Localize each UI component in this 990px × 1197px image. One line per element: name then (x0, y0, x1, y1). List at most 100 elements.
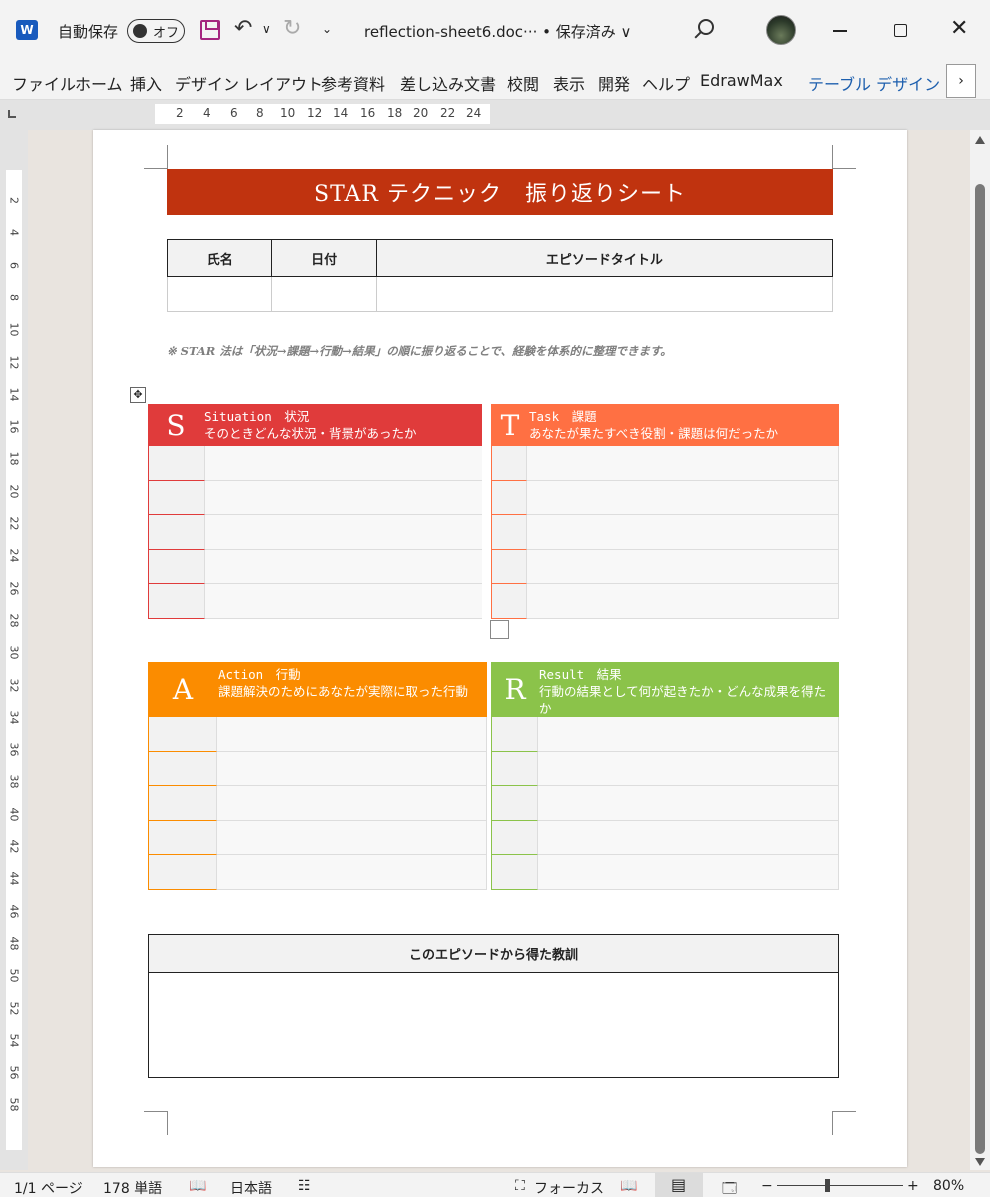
section-label: Task 課題 (529, 409, 597, 424)
search-icon[interactable] (698, 19, 714, 35)
tab-design[interactable]: デザイン (175, 71, 239, 95)
vertical-ruler[interactable]: 2 4 6 8 10 12 14 16 18 20 22 24 26 28 30 32 34 36 38 40 42 44… (0, 130, 28, 1170)
table-row[interactable] (149, 584, 482, 619)
info-table: 氏名 日付 エピソードタイトル (166, 239, 834, 312)
accessibility-icon[interactable]: ☷ (298, 1178, 311, 1194)
table-row[interactable] (492, 446, 838, 481)
zoom-slider[interactable] (777, 1185, 903, 1186)
scroll-up-icon[interactable] (975, 136, 985, 144)
undo-icon[interactable]: ↶ (234, 16, 252, 41)
print-layout-button[interactable]: ▤ (655, 1173, 703, 1197)
close-icon[interactable]: ✕ (950, 16, 968, 41)
zoom-in-icon[interactable]: + (907, 1178, 919, 1194)
date-cell[interactable] (271, 276, 377, 312)
table-row[interactable] (492, 820, 838, 855)
ruler-number: 6 (230, 106, 238, 120)
tab-edrawmax[interactable]: EdrawMax (700, 71, 783, 90)
focus-icon[interactable]: ⛶ (515, 1178, 525, 1194)
tab-selector-icon[interactable] (8, 110, 16, 118)
table-row[interactable] (492, 584, 838, 619)
zoom-level[interactable]: 80% (933, 1178, 964, 1194)
ribbon-scroll-button[interactable]: › (946, 64, 976, 98)
ruler-number: 16 (7, 419, 21, 434)
tab-help[interactable]: ヘルプ (642, 71, 690, 95)
minimize-icon[interactable] (833, 30, 847, 32)
word-app-icon: W (16, 20, 38, 40)
ruler-number: 18 (387, 106, 403, 120)
table-row[interactable] (149, 786, 486, 821)
tab-insert[interactable]: 挿入 (130, 71, 162, 95)
lesson-table: このエピソードから得た教訓 (148, 934, 839, 1078)
language[interactable]: 日本語 (230, 1178, 272, 1197)
action-block: A Action 行動 課題解決のためにあなたが実際に取った行動 (148, 662, 487, 890)
ruler-number: 56 (7, 1065, 21, 1080)
ruler-number: 2 (176, 106, 184, 120)
task-header: T Task 課題 あなたが果たすべき役割・課題は何だったか (491, 404, 839, 446)
tab-developer[interactable]: 開発 (598, 71, 630, 95)
section-text: Task 課題 あなたが果たすべき役割・課題は何だったか (529, 404, 778, 446)
name-cell[interactable] (166, 276, 273, 312)
page-count[interactable]: 1/1 ページ (14, 1178, 83, 1197)
ruler-number: 8 (7, 293, 21, 301)
toggle-knob (133, 24, 147, 38)
read-mode-icon[interactable]: 📖 (620, 1178, 637, 1194)
table-row[interactable] (492, 855, 838, 890)
book-icon[interactable]: 📖 (189, 1178, 206, 1194)
table-row[interactable] (492, 515, 838, 550)
result-block: R Result 結果 行動の結果として何が起きたか・どんな成果を得たか (491, 662, 839, 890)
tab-file[interactable]: ファイル (12, 71, 76, 95)
document-page[interactable]: STAR テクニック 振り返りシート 氏名 日付 エピソードタイトル ※ STA… (93, 130, 907, 1167)
tab-references[interactable]: 参考資料 (321, 71, 385, 95)
margin-corner (832, 1111, 856, 1135)
tab-mailings[interactable]: 差し込み文書 (400, 71, 496, 95)
table-row[interactable] (492, 751, 838, 786)
zoom-out-icon[interactable]: − (761, 1178, 773, 1194)
avatar[interactable] (766, 15, 796, 45)
ruler-number: 2 (7, 197, 21, 204)
web-layout-icon[interactable]: 🗔 (722, 1178, 737, 1197)
tab-table-design[interactable]: テーブル デザイン (808, 71, 940, 95)
horizontal-ruler[interactable]: 2 4 6 8 10 12 14 16 18 20 22 24 (0, 100, 990, 130)
result-header: R Result 結果 行動の結果として何が起きたか・どんな成果を得たか (491, 662, 839, 717)
table-row[interactable] (149, 751, 486, 786)
autosave-toggle[interactable]: オフ (127, 19, 185, 43)
tab-home[interactable]: ホーム (75, 71, 123, 95)
ruler-number: 40 (7, 807, 21, 822)
table-row[interactable] (149, 820, 486, 855)
table-row[interactable] (492, 480, 838, 515)
table-row[interactable] (149, 717, 486, 752)
star-method-note: ※ STAR 法は「状況→課題→行動→結果」の順に振り返ることで、経験を体系的に… (167, 344, 672, 358)
chevron-down-icon[interactable]: ∨ (262, 22, 271, 36)
table-row[interactable] (492, 717, 838, 752)
maximize-icon[interactable] (894, 24, 907, 37)
scrollbar-thumb[interactable] (975, 184, 985, 1154)
ruler-number: 28 (7, 613, 21, 628)
action-rows (148, 717, 487, 890)
redo-icon[interactable]: ↻ (283, 16, 301, 41)
table-row[interactable] (149, 446, 482, 481)
tab-review[interactable]: 校閲 (507, 71, 539, 95)
table-row[interactable] (149, 855, 486, 890)
lesson-cell[interactable] (149, 973, 838, 1073)
zoom-slider-thumb[interactable] (825, 1179, 830, 1192)
ruler-number: 4 (203, 106, 211, 120)
ruler-number: 4 (7, 229, 21, 237)
tab-layout[interactable]: レイアウト (243, 71, 323, 95)
document-title[interactable]: reflection-sheet6.doc··· • 保存済み ∨ (364, 21, 632, 42)
table-row[interactable] (149, 515, 482, 550)
situation-block: S Situation 状況 そのときどんな状況・背景があったか (148, 404, 482, 620)
customize-qat-icon[interactable]: ⌄ (322, 22, 332, 36)
tab-view[interactable]: 表示 (553, 71, 585, 95)
table-row[interactable] (149, 549, 482, 584)
word-count[interactable]: 178 単語 (103, 1178, 162, 1197)
scroll-down-icon[interactable] (975, 1158, 985, 1166)
table-move-handle-icon[interactable]: ✥ (130, 387, 146, 403)
table-row[interactable] (149, 480, 482, 515)
table-row[interactable] (492, 549, 838, 584)
margin-corner (144, 1111, 168, 1135)
episode-title-cell[interactable] (375, 276, 834, 312)
save-icon[interactable] (200, 20, 220, 40)
ruler-number: 12 (307, 106, 323, 120)
table-row[interactable] (492, 786, 838, 821)
focus-button[interactable]: フォーカス (534, 1178, 604, 1197)
